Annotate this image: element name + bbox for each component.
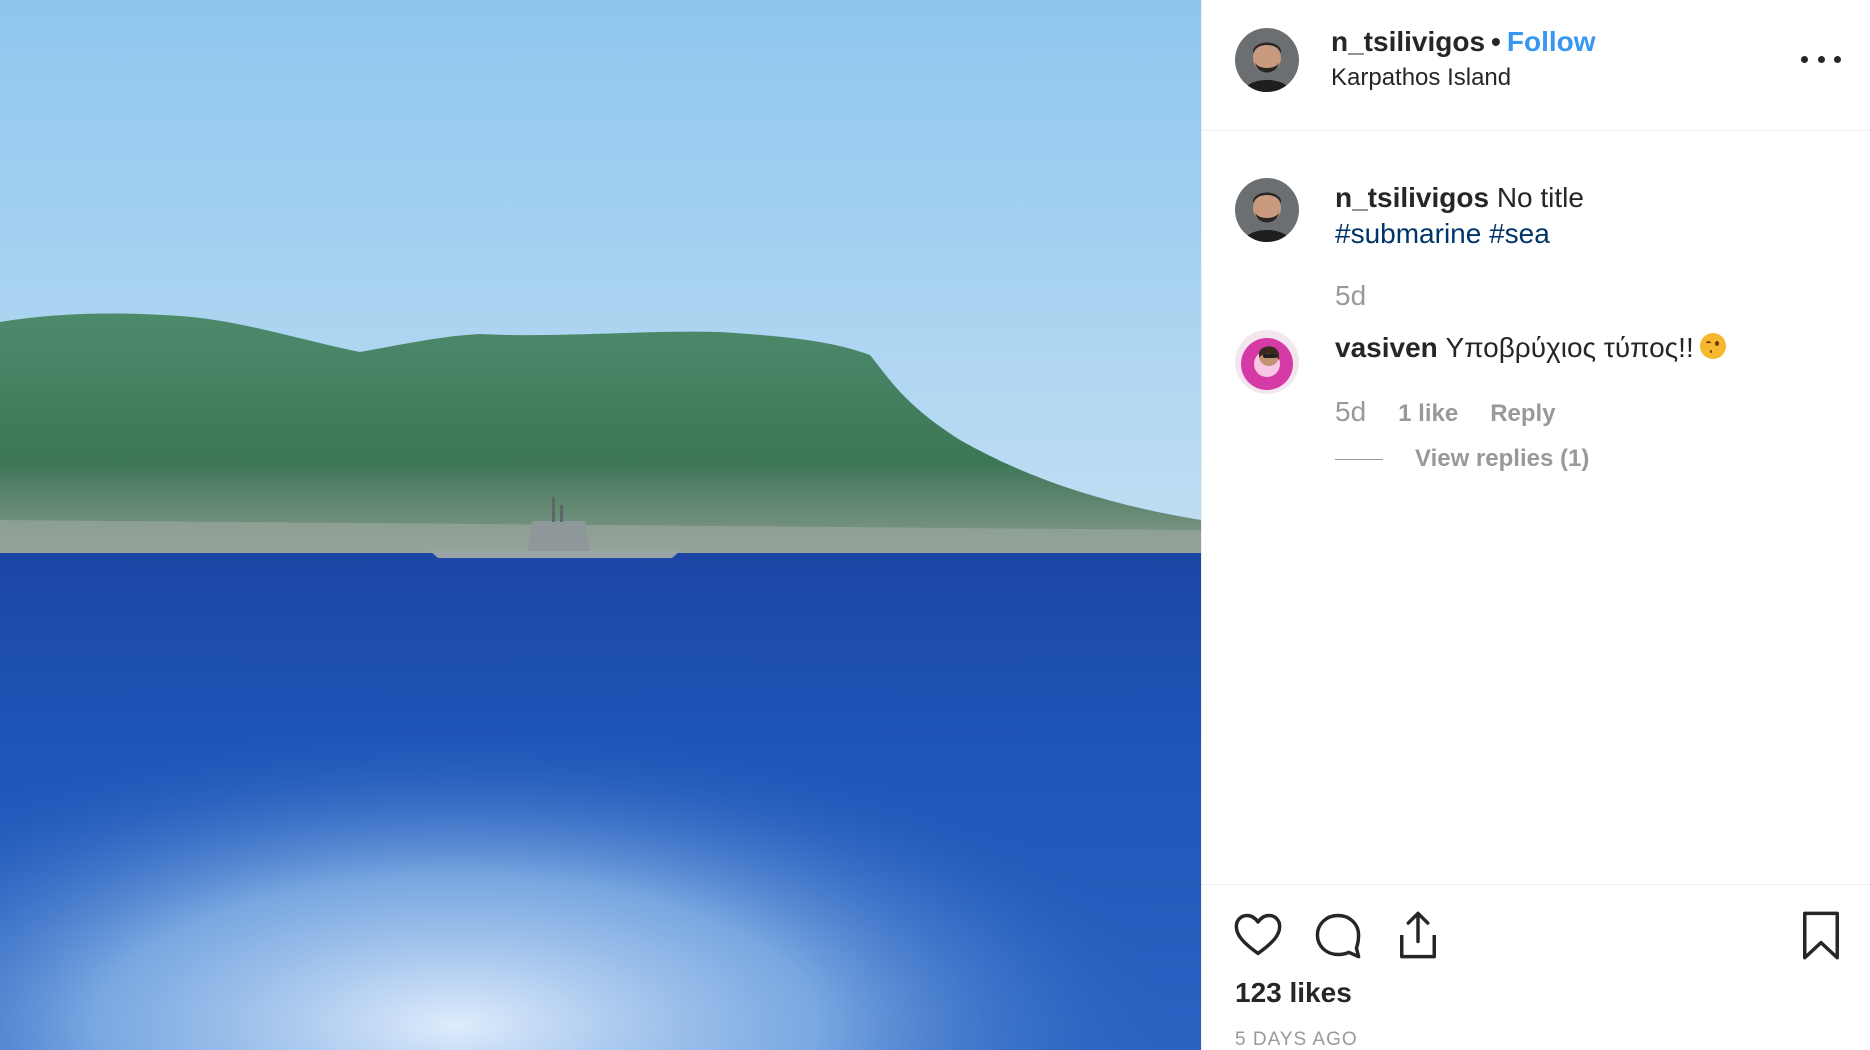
post-actions: 123 likes 5 DAYS AGO: [1202, 884, 1870, 1050]
caption-author-avatar[interactable]: [1235, 178, 1299, 242]
more-dot: [1834, 55, 1841, 63]
comment: vasiven Υποβρύχιος τύπος!!: [1335, 330, 1726, 366]
share-icon[interactable]: [1392, 909, 1444, 961]
post-caption: n_tsilivigos No title #submarine #sea: [1335, 180, 1584, 252]
follow-button[interactable]: Follow: [1507, 26, 1596, 57]
hashtag-link[interactable]: #sea: [1489, 218, 1550, 249]
bookmark-icon[interactable]: [1795, 909, 1847, 961]
heart-icon[interactable]: [1232, 909, 1284, 961]
caption-hashtags: #submarine #sea: [1335, 216, 1584, 252]
view-replies-label: View replies (1): [1415, 445, 1590, 472]
post-location[interactable]: Karpathos Island: [1331, 64, 1596, 92]
post-details-panel: n_tsilivigos • Follow Karpathos Island n_t…: [1201, 0, 1870, 1050]
reply-button[interactable]: Reply: [1490, 400, 1555, 428]
author-username[interactable]: n_tsilivigos: [1331, 26, 1485, 57]
post-date[interactable]: 5 DAYS AGO: [1235, 1029, 1358, 1050]
comment-likes[interactable]: 1 like: [1398, 400, 1458, 428]
replies-divider-line: [1335, 458, 1383, 460]
caption-text: No title: [1496, 182, 1584, 213]
post-photo[interactable]: [0, 0, 1201, 1050]
likes-count[interactable]: 123 likes: [1235, 977, 1352, 1009]
commenter-avatar[interactable]: [1235, 330, 1299, 394]
post-photo-image: [0, 0, 1201, 1050]
author-avatar[interactable]: [1235, 28, 1299, 92]
more-options-icon[interactable]: [1801, 44, 1841, 74]
comment-timestamp[interactable]: 5d: [1335, 396, 1366, 428]
comment-username[interactable]: vasiven: [1335, 332, 1438, 363]
comment-text: Υποβρύχιος τύπος!!: [1445, 332, 1694, 363]
more-dot: [1817, 55, 1825, 63]
comment-bubble-icon[interactable]: [1312, 909, 1364, 961]
view-replies-button[interactable]: View replies (1): [1335, 445, 1589, 473]
more-dot: [1801, 55, 1808, 63]
header-text: n_tsilivigos • Follow Karpathos Island: [1331, 26, 1596, 92]
hashtag-link[interactable]: #submarine: [1335, 218, 1481, 249]
caption-username[interactable]: n_tsilivigos: [1335, 182, 1489, 213]
comment-meta: 5d 1 like Reply: [1335, 396, 1556, 428]
winking-face-emoji-icon: [1699, 333, 1726, 359]
separator-dot: •: [1491, 26, 1501, 57]
post-header: n_tsilivigos • Follow Karpathos Island: [1202, 0, 1870, 131]
caption-timestamp[interactable]: 5d: [1335, 280, 1366, 312]
